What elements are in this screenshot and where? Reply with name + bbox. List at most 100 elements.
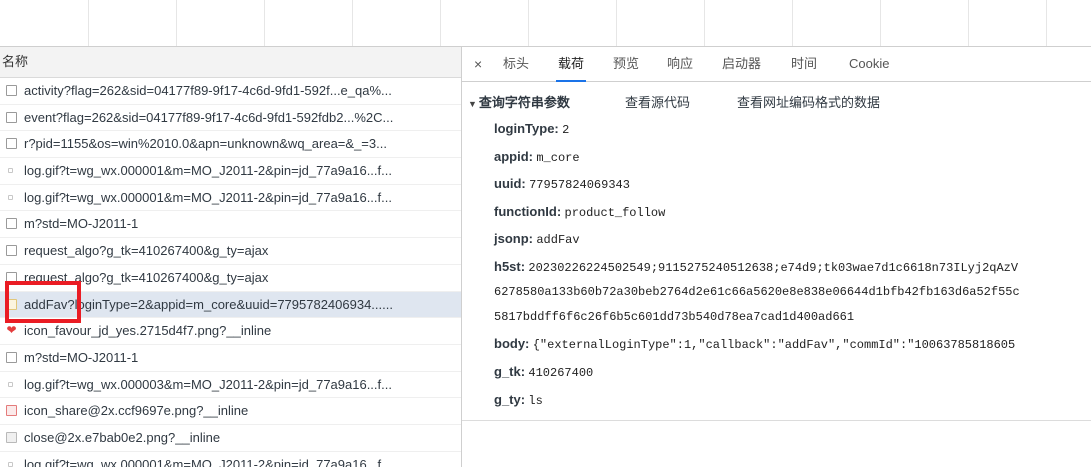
timeline-gridline [528,0,529,46]
request-row[interactable]: activity?flag=262&sid=04177f89-9f17-4c6d… [0,78,461,105]
request-name: log.gif?t=wg_wx.000003&m=MO_J2011-2&pin=… [24,376,392,392]
request-details-panel: × 标头 载荷 预览 响应 启动器 时间 Cookie ▼ 查询字符串参数 查看源… [462,47,1091,467]
request-name: r?pid=1155&os=win%2010.0&apn=unknown&wq_… [24,136,387,152]
timeline-gridline [352,0,353,46]
document-icon [6,271,17,283]
section-title: 查询字符串参数 [478,95,570,110]
param-key: loginType: [494,121,559,136]
request-row[interactable]: m?std=MO-J2011-1 [0,345,461,372]
param-row: uuid: 77957824069343 [494,174,630,194]
request-name: log.gif?t=wg_wx.000001&m=MO_J2011-2&pin=… [24,189,392,205]
pixel-icon [8,461,13,467]
tab-response[interactable]: 响应 [667,47,693,81]
view-url-encoded-link[interactable]: 查看网址编码格式的数据 [737,93,880,113]
image-icon [6,431,17,443]
request-row[interactable]: log.gif?t=wg_wx.000001&m=MO_J2011-2&pin=… [0,452,461,467]
param-key: g_tk: [494,364,526,379]
request-row[interactable]: ❤ icon_favour_jd_yes.2715d4f7.png?__inli… [0,318,461,345]
view-source-link[interactable]: 查看源代码 [625,93,690,113]
request-row[interactable]: log.gif?t=wg_wx.000001&m=MO_J2011-2&pin=… [0,158,461,185]
document-icon [6,351,17,363]
param-row: jsonp: addFav [494,229,580,249]
param-key: jsonp: [494,231,533,246]
param-value: ls [528,394,543,408]
document-icon [6,218,17,230]
param-row: g_tk: 410267400 [494,362,593,382]
param-value: m_core [536,151,580,165]
heart-icon: ❤ [6,323,17,338]
param-key: appid: [494,149,533,164]
collapse-triangle-icon: ▼ [468,99,477,109]
pixel-icon [8,194,13,200]
request-row[interactable]: event?flag=262&sid=04177f89-9f17-4c6d-9f… [0,105,461,132]
timeline-gridline [440,0,441,46]
request-row[interactable]: request_algo?g_tk=410267400&g_ty=ajax [0,238,461,265]
request-list-panel: 名称 activity?flag=262&sid=04177f89-9f17-4… [0,47,461,467]
param-value: 2 [562,123,570,137]
param-value-continued: 6278580a133b60b72a30beb2764d2e61c66a5620… [494,285,1020,299]
document-icon [6,85,17,96]
param-value: {"externalLoginType":1,"callback":"addFa… [532,338,1016,352]
document-icon [6,138,17,150]
details-bottom-divider [462,420,1091,421]
timeline-gridline [704,0,705,46]
request-name: close@2x.e7bab0e2.png?__inline [24,429,221,445]
param-key: h5st: [494,259,526,274]
document-icon [6,245,17,257]
tab-initiator[interactable]: 启动器 [722,47,761,81]
param-row: functionId: product_follow [494,202,665,222]
param-row: g_ty: ls [494,390,543,410]
param-value: 20230226224502549;9115275240512638;e74d9… [528,261,1019,275]
timeline-gridline [264,0,265,46]
tab-preview[interactable]: 预览 [613,47,639,81]
network-timeline-overview[interactable] [0,0,1091,46]
param-row: body: {"externalLoginType":1,"callback":… [494,334,1015,354]
request-row[interactable]: close@2x.e7bab0e2.png?__inline [0,425,461,452]
request-row[interactable]: m?std=MO-J2011-1 [0,211,461,239]
request-name: request_algo?g_tk=410267400&g_ty=ajax [24,269,269,285]
details-tab-bar: × 标头 载荷 预览 响应 启动器 时间 Cookie [462,47,1091,82]
param-value-continued: 5817bddff6f6c26f6b5c601dd73b540d78ea7cad… [494,310,855,324]
request-name: m?std=MO-J2011-1 [24,349,139,365]
param-value: 77957824069343 [529,178,630,192]
param-value: addFav [536,233,580,247]
request-name: log.gif?t=wg_wx.000001&m=MO_J2011-2&pin=… [24,456,392,467]
query-params-section-toggle[interactable]: ▼ 查询字符串参数 [468,93,570,113]
close-details-button[interactable]: × [474,47,482,81]
timeline-gridline [88,0,89,46]
request-row[interactable]: r?pid=1155&os=win%2010.0&apn=unknown&wq_… [0,131,461,159]
request-name: icon_favour_jd_yes.2715d4f7.png?__inline [24,323,272,339]
param-key: body: [494,336,530,351]
tab-headers[interactable]: 标头 [503,47,529,81]
timeline-gridline [616,0,617,46]
request-name: request_algo?g_tk=410267400&g_ty=ajax [24,243,269,259]
tab-payload[interactable]: 载荷 [555,47,587,82]
request-row-selected[interactable]: addFav?loginType=2&appid=m_core&uuid=779… [0,291,461,319]
name-column-header[interactable]: 名称 [0,47,461,78]
tab-timing[interactable]: 时间 [791,47,817,81]
document-icon [6,111,17,123]
timeline-gridline [968,0,969,46]
request-name: m?std=MO-J2011-1 [24,216,139,232]
request-row[interactable]: request_algo?g_tk=410267400&g_ty=ajax [0,265,461,292]
timeline-gridline [176,0,177,46]
param-key: functionId: [494,204,562,219]
request-row[interactable]: icon_share@2x.ccf9697e.png?__inline [0,398,461,425]
param-key: uuid: [494,176,526,191]
request-name: activity?flag=262&sid=04177f89-9f17-4c6d… [24,83,392,98]
param-row: appid: m_core [494,147,580,167]
request-name: addFav?loginType=2&appid=m_core&uuid=779… [24,296,393,312]
image-icon [6,405,17,417]
tab-cookies[interactable]: Cookie [849,47,889,81]
param-key: g_ty: [494,392,526,407]
request-row[interactable]: log.gif?t=wg_wx.000003&m=MO_J2011-2&pin=… [0,372,461,399]
request-name: log.gif?t=wg_wx.000001&m=MO_J2011-2&pin=… [24,163,392,179]
param-value: product_follow [564,206,666,220]
request-name: event?flag=262&sid=04177f89-9f17-4c6d-9f… [24,109,394,125]
pixel-icon [8,168,13,174]
pixel-icon [8,381,13,387]
param-row: loginType: 2 [494,119,569,139]
request-row[interactable]: log.gif?t=wg_wx.000001&m=MO_J2011-2&pin=… [0,185,461,212]
timeline-gridline [880,0,881,46]
timeline-gridline [1046,0,1047,46]
